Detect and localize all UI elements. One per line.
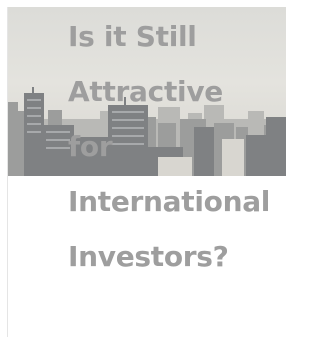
title-line: for: [68, 130, 113, 163]
title-line: Is it Still: [68, 20, 197, 53]
title-line: Investors?: [68, 240, 229, 273]
title-line: Attractive: [68, 75, 223, 108]
title-line: International: [68, 185, 271, 218]
article-card[interactable]: Is it Still Attractive for International…: [7, 7, 288, 337]
article-title[interactable]: Is it Still Attractive for International…: [68, 9, 288, 284]
